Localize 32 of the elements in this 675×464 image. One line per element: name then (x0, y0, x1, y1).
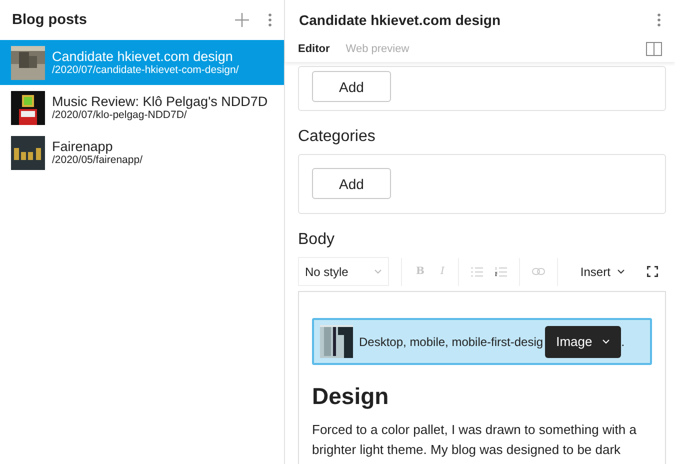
image-caption: Desktop, mobile, mobile-first-desig (359, 334, 544, 348)
post-title: Fairenapp (52, 139, 114, 154)
tab[interactable]: Editor (298, 43, 346, 55)
post-title: Candidate hkievet.com design (52, 49, 234, 64)
field-label: Body (298, 231, 336, 249)
insert-menu-button[interactable]: Insert (574, 264, 632, 280)
document-title: Candidate hkievet.com design (299, 12, 500, 28)
image-block[interactable]: Desktop, mobile, mobile-first-desig Image . (312, 318, 652, 365)
field-label: Categories (298, 128, 376, 146)
caption-end: . (621, 334, 625, 348)
post-path: /2020/07/candidate-hkievet-com-design/ (52, 64, 239, 76)
post-title: Music Review: Klô Pelgag's NDD7D (52, 94, 268, 109)
post-path: /2020/07/klo-pelgag-NDD7D/ (52, 109, 188, 121)
add-icon[interactable] (234, 12, 250, 28)
body-paragraph: Forced to a color pallet, I was drawn to something with a brighter light theme. My blog was designed to be dark (312, 421, 638, 459)
post-path: /2020/05/fairenapp/ (52, 154, 142, 166)
style-select[interactable]: No style (298, 257, 389, 286)
more-icon[interactable] (268, 13, 272, 27)
body-editor[interactable]: Desktop, mobile, mobile-first-desig Image . Design Forced to a color pallet, I was drawn to something with a brighter light theme. My blog was designed to be dark (298, 291, 666, 464)
chevron-icon (602, 339, 610, 344)
image-menu-button[interactable]: Image (545, 326, 622, 358)
pane-title: Blog posts (12, 12, 87, 28)
split-view-icon[interactable] (646, 42, 662, 56)
post-item[interactable]: Fairenapp /2020/05/fairenapp/ (0, 130, 284, 175)
add-button[interactable]: Add (312, 168, 391, 199)
chevron-icon (617, 269, 626, 274)
fullscreen-icon[interactable] (647, 266, 658, 277)
more-icon[interactable] (657, 13, 661, 27)
body-heading: Design (312, 383, 390, 410)
chevron-icon (374, 269, 382, 274)
add-button[interactable]: Add (312, 71, 391, 102)
post-item[interactable]: Music Review: Klô Pelgag's NDD7D /2020/07/klo-pelgag-NDD7D/ (0, 85, 284, 130)
